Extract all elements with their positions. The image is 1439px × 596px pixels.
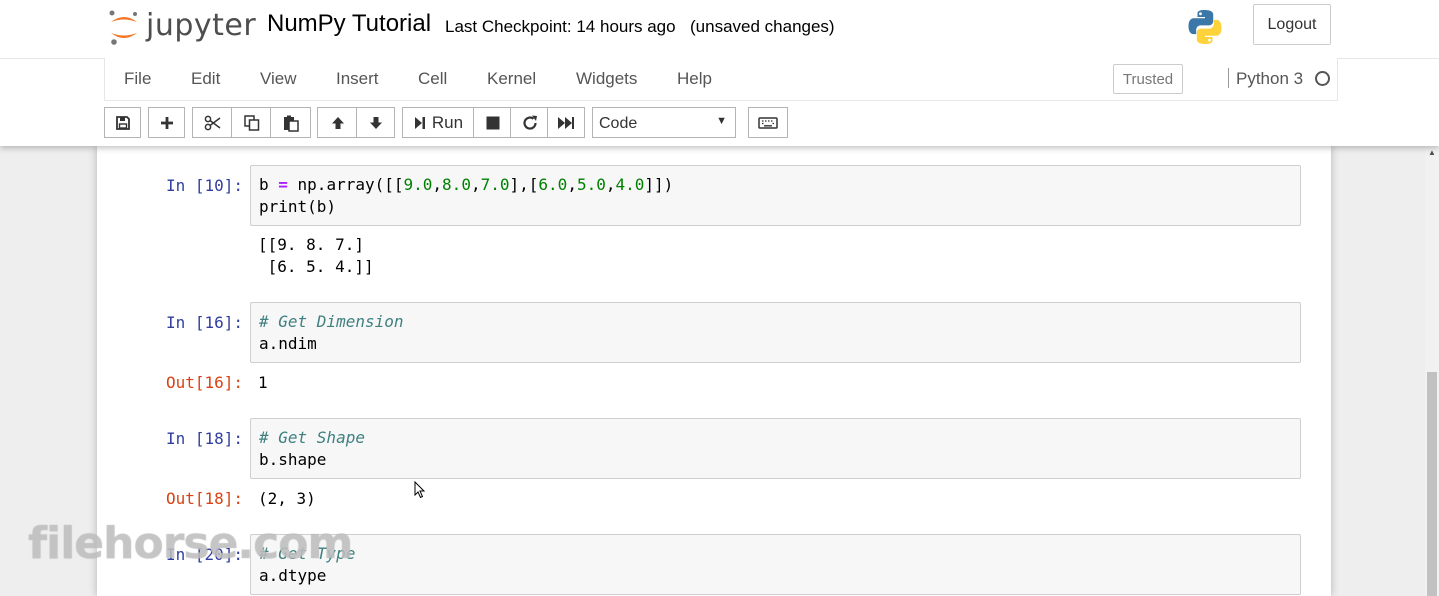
arrow-down-icon — [369, 116, 382, 129]
menu-help[interactable]: Help — [677, 69, 712, 89]
menu-view[interactable]: View — [260, 69, 297, 89]
notebook-header: jupyter NumPy Tutorial Last Checkpoint: … — [0, 0, 1439, 146]
top-bar: jupyter NumPy Tutorial Last Checkpoint: … — [0, 0, 1439, 59]
jupyter-logo[interactable]: jupyter — [108, 6, 258, 48]
code-cell-input[interactable]: # Get Type a.dtype — [250, 534, 1301, 595]
move-down-button[interactable] — [356, 107, 395, 138]
copy-icon — [243, 114, 259, 131]
interrupt-button[interactable] — [473, 107, 511, 138]
mouse-cursor-icon — [414, 481, 426, 499]
input-prompt: In [16]: — [165, 313, 243, 332]
kernel-divider — [1228, 68, 1229, 88]
chevron-down-icon: ▼ — [716, 115, 727, 127]
command-palette-button[interactable] — [748, 107, 788, 138]
plus-icon — [160, 116, 173, 129]
run-label: Run — [431, 112, 464, 132]
fast-forward-icon — [558, 116, 574, 129]
menu-cell[interactable]: Cell — [418, 69, 447, 89]
move-up-button[interactable] — [317, 107, 357, 138]
logout-button[interactable]: Logout — [1253, 4, 1331, 45]
kernel-idle-icon — [1315, 71, 1330, 86]
stdout-line: [[9. 8. 7.] — [258, 235, 364, 254]
input-prompt: In [18]: — [165, 429, 243, 448]
input-prompt: In [10]: — [165, 176, 243, 195]
keyboard-icon — [758, 116, 778, 129]
copy-button[interactable] — [231, 107, 271, 138]
checkpoint-status: Last Checkpoint: 14 hours ago — [445, 17, 676, 36]
code-line: print(b) — [259, 197, 337, 216]
autosave-status: (unsaved changes) — [690, 17, 835, 36]
paste-button[interactable] — [270, 107, 311, 138]
python-logo-icon — [1186, 8, 1224, 46]
code-line: b.shape — [259, 450, 327, 469]
code-comment: # Get Shape — [259, 428, 365, 447]
code-cell-input[interactable]: # Get Shape b.shape — [250, 418, 1301, 479]
menu-edit[interactable]: Edit — [191, 69, 220, 89]
cell-type-select[interactable]: Code ▼ — [592, 107, 736, 138]
output-result: (2, 3) — [258, 489, 316, 508]
code-line: b = np.array([[9.0,8.0,7.0],[6.0,5.0,4.0… — [259, 175, 674, 194]
menu-kernel[interactable]: Kernel — [487, 69, 536, 89]
output-prompt: Out[16]: — [165, 373, 243, 392]
restart-button[interactable] — [510, 107, 548, 138]
run-button[interactable]: Run — [402, 107, 474, 138]
save-button[interactable] — [104, 107, 141, 138]
scroll-up-icon[interactable]: ▲ — [1428, 148, 1436, 157]
arrow-up-icon — [331, 116, 344, 129]
code-cell-input[interactable]: b = np.array([[9.0,8.0,7.0],[6.0,5.0,4.0… — [250, 165, 1301, 226]
code-line: a.ndim — [259, 334, 317, 353]
trusted-indicator[interactable]: Trusted — [1113, 64, 1183, 94]
output-prompt: Out[18]: — [165, 489, 243, 508]
save-icon — [115, 115, 130, 130]
page-scrollbar[interactable]: ▲ — [1425, 146, 1439, 596]
code-comment: # Get Dimension — [259, 312, 404, 331]
insert-cell-button[interactable] — [148, 107, 185, 138]
jupyter-logo-icon — [109, 10, 137, 45]
menu-bar: File Edit View Insert Cell Kernel Widget… — [104, 58, 1338, 101]
code-cell-input[interactable]: # Get Dimension a.ndim — [250, 302, 1301, 363]
restart-icon — [522, 115, 537, 130]
logo-text: jupyter — [146, 8, 257, 43]
menu-file[interactable]: File — [124, 69, 151, 89]
watermark: filehorse.com — [28, 518, 353, 569]
cut-icon — [204, 115, 220, 130]
stdout-line: [6. 5. 4.]] — [258, 257, 374, 276]
kernel-name: Python 3 — [1236, 69, 1304, 88]
notebook-name[interactable]: NumPy Tutorial — [267, 10, 431, 38]
cut-button[interactable] — [192, 107, 232, 138]
menu-widgets[interactable]: Widgets — [576, 69, 637, 89]
output-result: 1 — [258, 373, 268, 392]
run-icon — [414, 116, 425, 129]
cell-type-value: Code — [599, 115, 638, 132]
scrollbar-thumb[interactable] — [1427, 372, 1437, 596]
paste-icon — [283, 115, 299, 132]
menu-insert[interactable]: Insert — [336, 69, 379, 89]
stop-icon — [486, 116, 499, 129]
run-all-button[interactable] — [547, 107, 585, 138]
